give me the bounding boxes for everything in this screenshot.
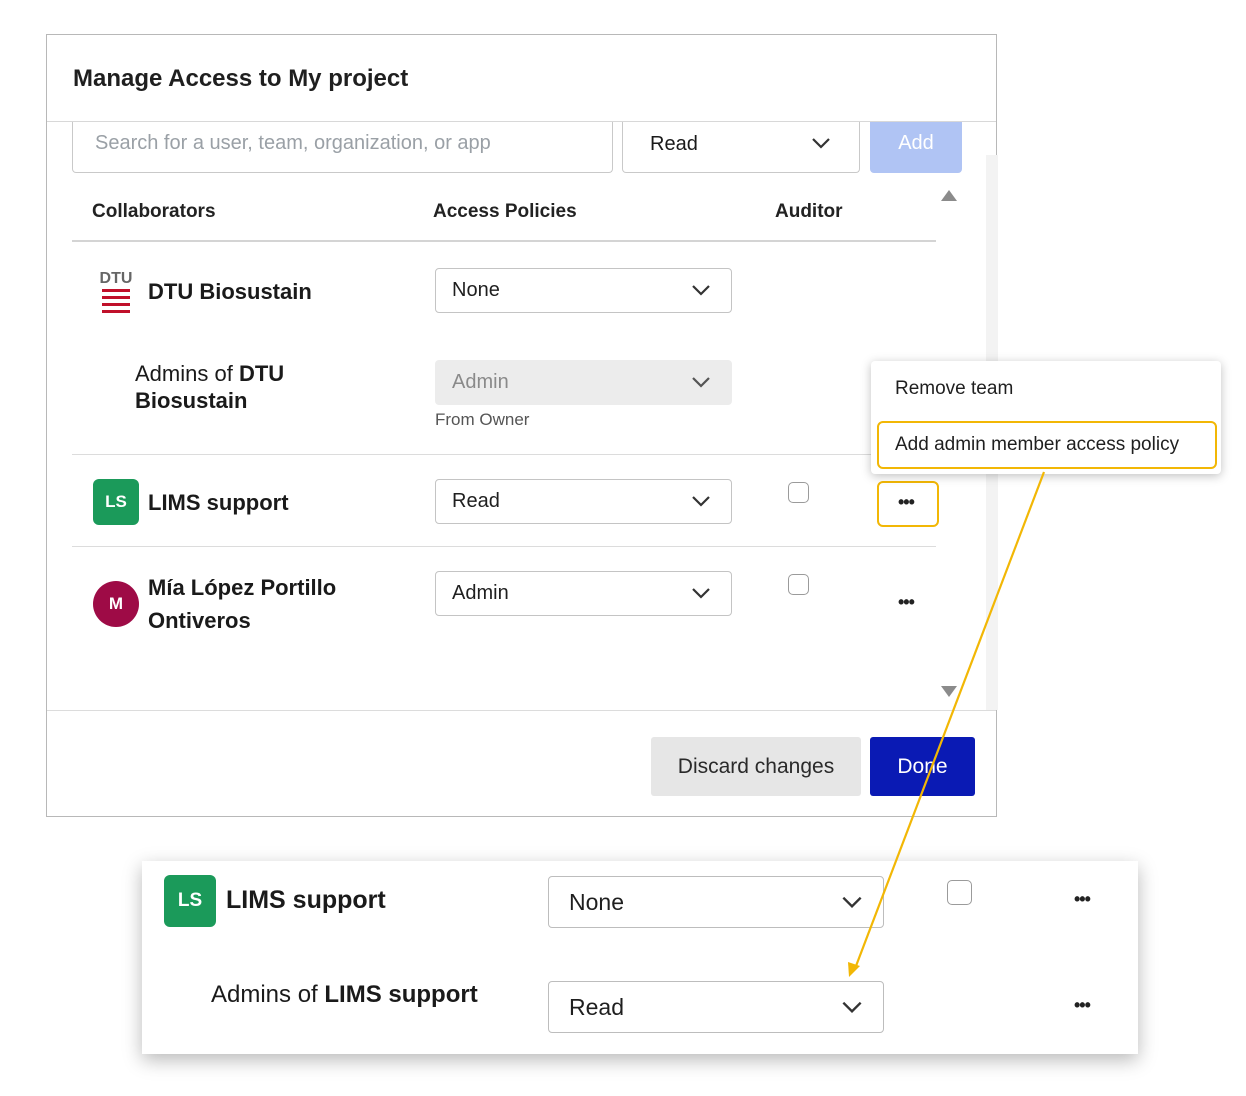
annotation-arrow bbox=[848, 471, 1046, 977]
